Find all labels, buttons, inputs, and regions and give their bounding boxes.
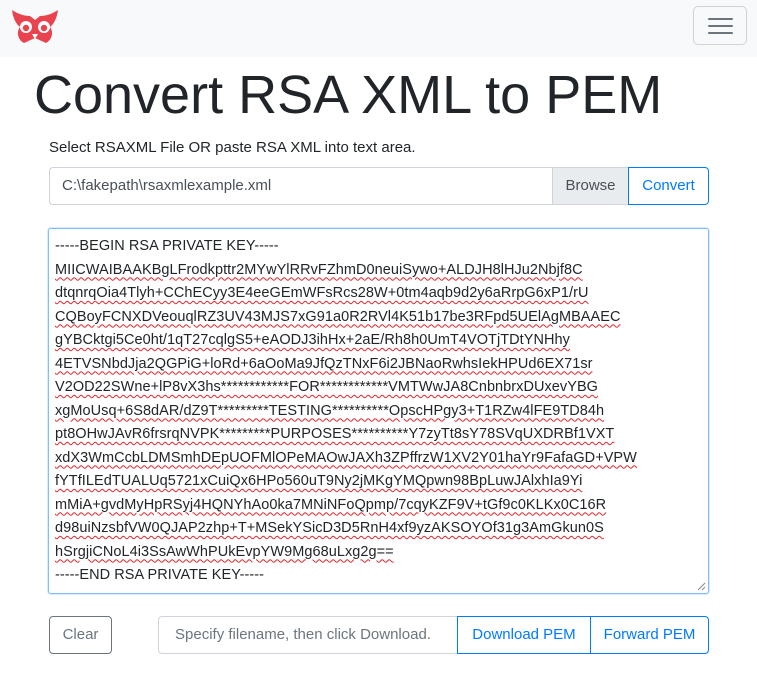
resize-grip-icon[interactable] xyxy=(696,581,706,591)
xml-line: xgMoUsq+6S8dAR/dZ9T*********TESTING*****… xyxy=(55,402,605,419)
filename-input[interactable]: Specify filename, then click Download. xyxy=(158,616,458,654)
xml-line: -----END RSA PRIVATE KEY----- xyxy=(55,567,265,583)
xml-line: gYBCktgi5Ce0ht/1qT27cqlgS5+eAODJ3ihHx+2a… xyxy=(55,332,570,348)
xml-line: hSrgjiCNoL4i3SsAwWhPUkEvpYW9Mg68uLxg2g== xyxy=(55,543,394,560)
xml-line: xdX3WmCcbLDMSmhDEpUOFMlOPeMAOwJAXh3ZPffr… xyxy=(55,449,637,466)
xml-line: pt8OHwJAvR6frsrqNVPK*********PURPOSES***… xyxy=(55,426,615,442)
browse-button[interactable]: Browse xyxy=(552,167,629,205)
xml-line: 4ETVSNbdJja2QGPiG+loRd+6aOoMa9JfQzTNxF6i… xyxy=(55,355,593,372)
xml-line: CQBoyFCNXDVeouqlRZ3UV43MJS7xG91a0R2RVl4K… xyxy=(55,308,621,325)
instructions-text: Select RSAXML File OR paste RSA XML into… xyxy=(49,139,416,156)
forward-pem-button[interactable]: Forward PEM xyxy=(590,616,709,654)
clear-button[interactable]: Clear xyxy=(49,616,112,654)
convert-button[interactable]: Convert xyxy=(628,167,709,205)
xml-line: dtqnrqOia4Tlyh+CChECyy3E4eeGEmWFsRcs28W+… xyxy=(55,285,589,301)
navbar xyxy=(0,0,757,57)
xml-line: -----BEGIN RSA PRIVATE KEY----- xyxy=(55,238,279,254)
file-path-input[interactable]: C:\fakepath\rsaxmlexample.xml xyxy=(49,167,553,205)
rsa-xml-textarea[interactable]: -----BEGIN RSA PRIVATE KEY----- MIICWAIB… xyxy=(48,228,709,594)
page-title: Convert RSA XML to PEM xyxy=(34,65,663,125)
navbar-toggler-button[interactable] xyxy=(693,6,747,45)
owl-logo-icon[interactable] xyxy=(10,8,60,46)
xml-line: MIICWAIBAAKBgLFrodkpttr2MYwYlRRvFZhmD0ne… xyxy=(55,261,583,278)
xml-line: V2OD22SWne+lP8vX3hs************FOR******… xyxy=(55,379,598,395)
xml-line: d98uiNzsbfVW0QJAP2zhp+T+MSekYSicD3D5RnH4… xyxy=(55,520,604,536)
xml-line: mMiA+gvdMyHpRSyj4HQNYhAo0ka7MNiNFoQpmp/7… xyxy=(55,496,607,513)
xml-line: fYTfILEdTUALUq5721xCuiQx6HPo560uT9Ny2jMK… xyxy=(55,473,583,489)
download-pem-button[interactable]: Download PEM xyxy=(457,616,591,654)
